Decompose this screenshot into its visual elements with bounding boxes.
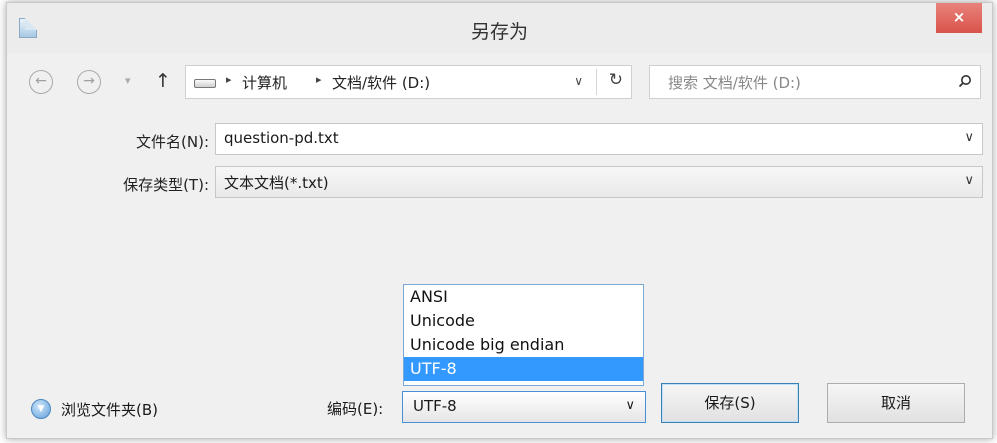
forward-icon[interactable]: → (77, 70, 101, 94)
filename-label: 文件名(N): (136, 133, 209, 151)
save-as-dialog: 另存为 × ← → ▾ ↑ ▸ 计算机 ▸ 文档/软件 (D:) ∨ ↻ 搜索 … (6, 2, 993, 439)
filetype-value: 文本文档(*.txt) (224, 174, 329, 192)
address-bar[interactable]: ▸ 计算机 ▸ 文档/软件 (D:) ∨ ↻ (185, 65, 632, 99)
search-placeholder: 搜索 文档/软件 (D:) (668, 74, 801, 92)
encoding-option-selected[interactable]: UTF-8 (404, 357, 643, 381)
encoding-value: UTF-8 (413, 397, 457, 415)
filetype-chevron-down-icon[interactable]: ∨ (964, 173, 974, 188)
title-bar: 另存为 × (7, 3, 992, 53)
address-divider (596, 69, 597, 95)
save-button[interactable]: 保存(S) (661, 383, 799, 423)
drive-icon (194, 79, 216, 88)
close-button[interactable]: × (936, 3, 982, 33)
up-arrow-icon[interactable]: ↑ (155, 70, 171, 92)
breadcrumb-arrow-icon[interactable]: ▸ (226, 73, 232, 86)
browse-folders-label[interactable]: 浏览文件夹(B) (61, 399, 158, 420)
encoding-option[interactable]: Unicode (404, 309, 643, 333)
breadcrumb-computer[interactable]: 计算机 (242, 72, 287, 93)
breadcrumb-drive[interactable]: 文档/软件 (D:) (332, 72, 430, 93)
dialog-title: 另存为 (470, 21, 528, 43)
encoding-chevron-down-icon[interactable]: ∨ (625, 398, 635, 413)
cancel-button[interactable]: 取消 (827, 383, 965, 423)
encoding-option[interactable]: ANSI (404, 285, 643, 309)
filename-field[interactable]: question-pd.txt ∨ (215, 123, 983, 155)
encoding-select[interactable]: UTF-8 ∨ (402, 391, 646, 423)
filetype-select[interactable]: 文本文档(*.txt) ∨ (215, 166, 983, 198)
encoding-option[interactable]: Unicode big endian (404, 333, 643, 357)
encoding-label: 编码(E): (327, 400, 384, 418)
filename-chevron-down-icon[interactable]: ∨ (964, 130, 974, 145)
encoding-dropdown-list[interactable]: ANSI Unicode Unicode big endian UTF-8 (403, 284, 644, 386)
address-history-chevron-icon[interactable]: ∨ (574, 74, 583, 88)
navigation-bar: ← → ▾ ↑ ▸ 计算机 ▸ 文档/软件 (D:) ∨ ↻ 搜索 文档/软件 … (7, 53, 992, 115)
breadcrumb-arrow-icon[interactable]: ▸ (316, 73, 322, 86)
filename-value[interactable]: question-pd.txt (224, 129, 339, 147)
filetype-label: 保存类型(T): (123, 176, 209, 194)
search-input[interactable]: 搜索 文档/软件 (D:) (649, 65, 981, 99)
back-icon[interactable]: ← (29, 70, 53, 94)
search-icon[interactable] (958, 74, 972, 88)
refresh-icon[interactable]: ↻ (609, 70, 623, 90)
recent-locations-dropdown-icon[interactable]: ▾ (125, 74, 131, 87)
browse-folders-icon[interactable]: ▼ (31, 399, 51, 419)
